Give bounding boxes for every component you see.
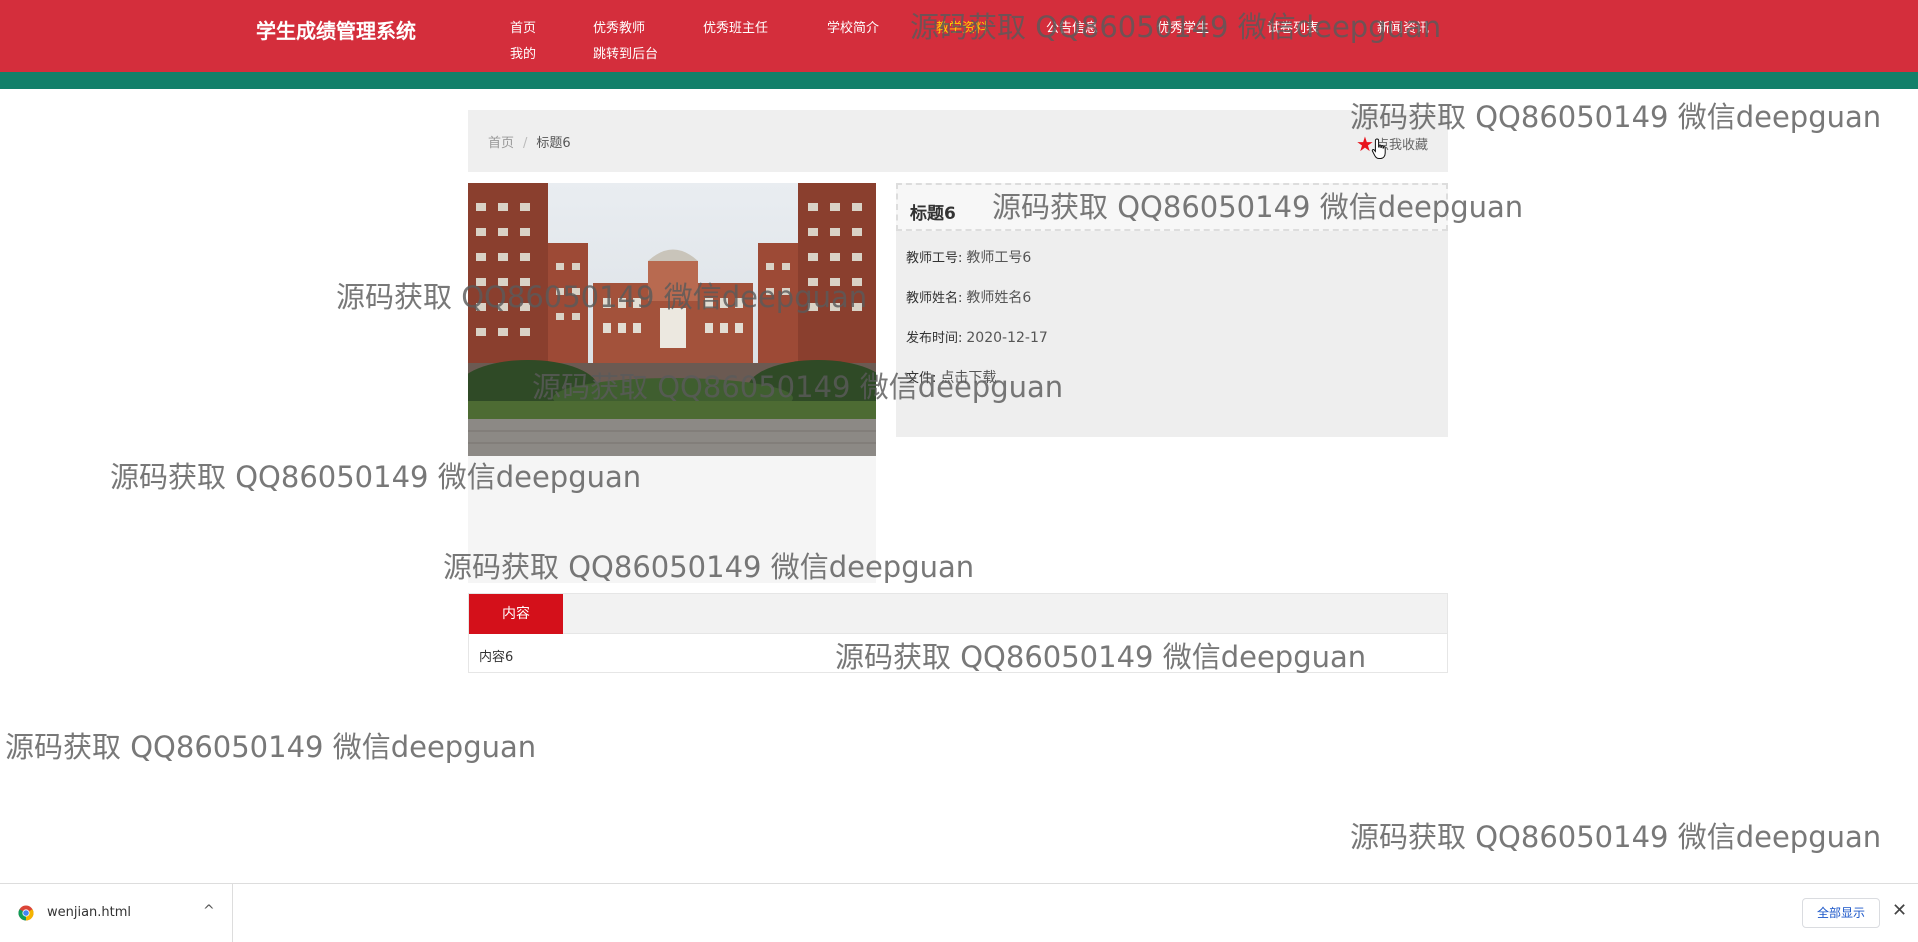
breadcrumb-current: 标题6 (536, 136, 571, 151)
info-row-teacher-id: 教师工号: 教师工号6 (906, 247, 1031, 267)
info-label: 教师工号: (906, 251, 963, 266)
nav-excellent-students[interactable]: 优秀学生 (1157, 17, 1209, 36)
tab-bar: 内容 (469, 594, 1447, 634)
nav-news[interactable]: 新闻资讯 (1377, 17, 1429, 36)
nav-home[interactable]: 首页 (510, 17, 536, 36)
nav-excellent-head-teachers[interactable]: 优秀班主任 (703, 17, 768, 36)
nav-teaching-materials[interactable]: 教学资料 (936, 17, 988, 36)
download-item[interactable]: wenjian.html ^ (0, 884, 233, 942)
content-tabs: 内容 内容6 (468, 593, 1448, 673)
school-building-photo (468, 183, 876, 456)
info-row-publish-time: 发布时间: 2020-12-17 (906, 327, 1048, 346)
download-bar: wenjian.html ^ 全部显示 ✕ (0, 883, 1918, 942)
favorite-button[interactable]: ★ 点我收藏 (1356, 132, 1428, 156)
tab-content-body: 内容6 (479, 650, 514, 665)
info-label: 发布时间: (906, 331, 963, 346)
info-value: 教师姓名6 (966, 290, 1032, 306)
top-header: 学生成绩管理系统 首页 优秀教师 优秀班主任 学校简介 教学资料 公告信息 优秀… (0, 0, 1918, 72)
nav-mine[interactable]: 我的 (510, 43, 536, 62)
info-value: 教师工号6 (966, 250, 1032, 266)
nav-admin-backend[interactable]: 跳转到后台 (593, 43, 658, 62)
nav-excellent-teachers[interactable]: 优秀教师 (593, 17, 645, 36)
close-icon[interactable]: ✕ (1892, 900, 1907, 921)
header-strip (0, 72, 1918, 89)
site-title[interactable]: 学生成绩管理系统 (256, 15, 416, 44)
breadcrumb: 首页 / 标题6 (488, 132, 571, 151)
detail-title-box: 标题6 (896, 183, 1448, 231)
detail-panel: 标题6 教师工号: 教师工号6 教师姓名: 教师姓名6 发布时间: 2020-12-1… (896, 183, 1448, 437)
info-row-file: 文件: 点击下载 (906, 367, 996, 387)
chevron-up-icon[interactable]: ^ (203, 903, 215, 919)
show-all-button[interactable]: 全部显示 (1802, 898, 1880, 928)
nav-announcements[interactable]: 公告信息 (1046, 17, 1098, 36)
file-download-link[interactable]: 点击下载 (940, 370, 996, 386)
breadcrumb-separator: / (523, 136, 528, 151)
page-root: 学生成绩管理系统 首页 优秀教师 优秀班主任 学校简介 教学资料 公告信息 优秀… (0, 0, 1918, 942)
tab-content[interactable]: 内容 (469, 594, 563, 634)
watermark: 源码获取 QQ86050149 微信deepguan (5, 730, 537, 764)
hand-cursor-icon (1371, 138, 1386, 159)
info-label: 文件: (906, 371, 937, 386)
detail-title: 标题6 (910, 204, 956, 224)
download-file-name[interactable]: wenjian.html (47, 905, 131, 920)
info-value: 2020-12-17 (966, 330, 1048, 346)
info-row-teacher-name: 教师姓名: 教师姓名6 (906, 287, 1031, 307)
watermark: 源码获取 QQ86050149 微信deepguan (1350, 820, 1882, 854)
breadcrumb-home[interactable]: 首页 (488, 136, 514, 151)
info-label: 教师姓名: (906, 291, 963, 306)
nav-school-intro[interactable]: 学校简介 (827, 17, 879, 36)
breadcrumb-bar: 首页 / 标题6 ★ 点我收藏 (468, 110, 1448, 172)
chrome-icon (18, 905, 34, 921)
nav-exam-list[interactable]: 试卷列表 (1267, 17, 1319, 36)
